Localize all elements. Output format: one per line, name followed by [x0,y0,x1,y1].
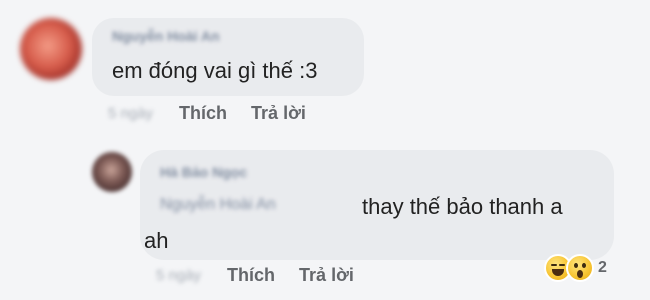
reply-author-name[interactable]: Hà Bảo Ngọc [160,164,247,180]
reply-text-continued: ah [144,228,169,253]
reply-text: thay thế bảo thanh a [362,194,563,219]
reaction-summary[interactable]: 2 [544,253,607,283]
comment-reply-button[interactable]: Trả lời [251,103,306,124]
comment-like-button[interactable]: Thích [179,103,227,124]
reply-timestamp[interactable]: 5 ngày [156,267,201,284]
reply-bubble: Hà Bảo Ngọc Nguyễn Hoài An thay thế bảo … [140,150,614,260]
comment-author-name[interactable]: Nguyễn Hoài An [112,28,220,44]
reply-like-button[interactable]: Thích [227,265,275,286]
reply-mention-tag[interactable]: Nguyễn Hoài An [160,196,276,214]
comment-timestamp[interactable]: 5 ngày [108,105,153,122]
reply-reply-button[interactable]: Trả lời [299,265,354,286]
comment-text: em đóng vai gì thế :3 [112,58,318,83]
reply-actions: 5 ngày Thích Trả lời [156,262,378,288]
wow-reaction-icon [566,254,594,282]
comment-bubble: Nguyễn Hoài An em đóng vai gì thế :3 [92,18,364,96]
reaction-count: 2 [598,259,607,276]
replier-avatar[interactable] [92,152,132,192]
commenter-avatar[interactable] [20,18,82,80]
comment-actions: 5 ngày Thích Trả lời [108,100,330,126]
